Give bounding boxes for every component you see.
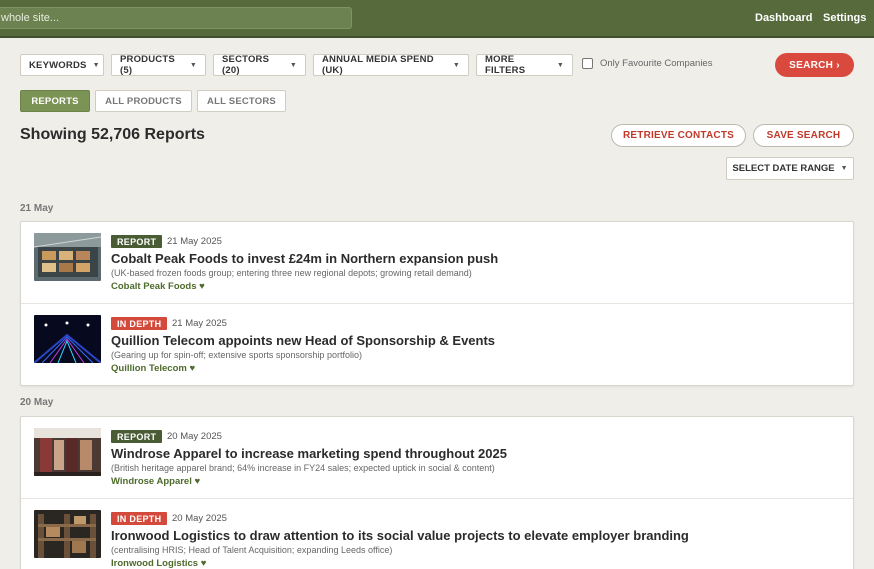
report-item[interactable]: IN DEPTH 20 May 2025 Ironwood Logistics … xyxy=(21,499,853,569)
caret-down-icon: ▼ xyxy=(840,165,848,172)
report-badge: REPORT xyxy=(111,430,163,443)
results-heading: Showing 52,706 Reports xyxy=(20,126,205,143)
report-item[interactable]: REPORT 20 May 2025 Windrose Apparel to i… xyxy=(21,417,853,499)
report-badge: REPORT xyxy=(111,235,163,248)
settings-link[interactable]: Settings xyxy=(823,12,866,24)
caret-down-icon: ▼ xyxy=(289,61,297,69)
keywords-filter-label: KEYWORDS xyxy=(29,59,87,71)
site-search-box[interactable] xyxy=(0,7,352,29)
favourite-label: Only Favourite Companies xyxy=(600,58,713,69)
media-spend-filter-label: ANNUAL MEDIA SPEND (UK) xyxy=(322,54,434,76)
favourite-checkbox[interactable] xyxy=(582,58,593,69)
report-date: 20 May 2025 xyxy=(172,513,227,524)
report-thumbnail[interactable] xyxy=(34,315,101,363)
company-link[interactable]: Ironwood Logistics ♥ xyxy=(111,558,206,569)
report-thumbnail[interactable] xyxy=(34,510,101,558)
tab-all-products[interactable]: ALL PRODUCTS xyxy=(95,90,192,112)
retrieve-contacts-button[interactable]: RETRIEVE CONTACTS xyxy=(611,124,746,147)
indepth-badge: IN DEPTH xyxy=(111,317,168,330)
top-bar: Dashboard Settings xyxy=(0,0,874,38)
report-date: 20 May 2025 xyxy=(167,431,222,442)
favourite-companies-toggle[interactable]: Only Favourite Companies xyxy=(582,58,712,69)
report-title-link[interactable]: Cobalt Peak Foods to invest £24m in Nort… xyxy=(111,251,498,266)
date-group-label: 21 May xyxy=(20,203,54,214)
media-spend-filter-button[interactable]: ANNUAL MEDIA SPEND (UK) ▼ xyxy=(313,54,469,76)
report-description: (Gearing up for spin-off; extensive spor… xyxy=(111,350,362,360)
dashboard-link[interactable]: Dashboard xyxy=(755,12,812,24)
report-item[interactable]: REPORT 21 May 2025 Cobalt Peak Foods to … xyxy=(21,222,853,304)
caret-down-icon: ▼ xyxy=(452,61,460,69)
company-link[interactable]: Windrose Apparel ♥ xyxy=(111,476,200,487)
caret-down-icon: ▼ xyxy=(189,61,197,69)
tab-all-sectors[interactable]: ALL SECTORS xyxy=(197,90,286,112)
report-description: (UK-based frozen foods group; entering t… xyxy=(111,268,472,278)
save-search-button[interactable]: SAVE SEARCH xyxy=(753,124,854,147)
site-search-input[interactable] xyxy=(0,8,351,28)
indepth-badge: IN DEPTH xyxy=(111,512,168,525)
products-filter-label: PRODUCTS (5) xyxy=(120,54,175,76)
report-title-link[interactable]: Windrose Apparel to increase marketing s… xyxy=(111,446,507,461)
date-range-label: SELECT DATE RANGE xyxy=(732,163,835,174)
report-list-card: REPORT 20 May 2025 Windrose Apparel to i… xyxy=(20,416,854,569)
more-filters-button[interactable]: MORE FILTERS ▼ xyxy=(476,54,573,76)
caret-down-icon: ▼ xyxy=(92,61,100,69)
report-date: 21 May 2025 xyxy=(172,318,227,329)
date-range-select[interactable]: SELECT DATE RANGE ▼ xyxy=(726,157,854,180)
tab-reports[interactable]: REPORTS xyxy=(20,90,90,112)
search-button[interactable]: SEARCH › xyxy=(775,53,854,77)
company-link[interactable]: Cobalt Peak Foods ♥ xyxy=(111,281,205,292)
more-filters-label: MORE FILTERS xyxy=(485,54,526,76)
report-description: (centralising HRIS; Head of Talent Acqui… xyxy=(111,545,393,555)
report-title-link[interactable]: Ironwood Logistics to draw attention to … xyxy=(111,528,689,543)
report-date: 21 May 2025 xyxy=(167,236,222,247)
report-thumbnail[interactable] xyxy=(34,233,101,281)
report-list-card: REPORT 21 May 2025 Cobalt Peak Foods to … xyxy=(20,221,854,386)
report-thumbnail[interactable] xyxy=(34,428,101,476)
report-description: (British heritage apparel brand; 64% inc… xyxy=(111,463,495,473)
report-title-link[interactable]: Quillion Telecom appoints new Head of Sp… xyxy=(111,333,495,348)
sectors-filter-label: SECTORS (20) xyxy=(222,54,270,76)
caret-down-icon: ▼ xyxy=(556,61,564,69)
company-link[interactable]: Quillion Telecom ♥ xyxy=(111,363,195,374)
date-group-label: 20 May xyxy=(20,397,54,408)
keywords-filter-button[interactable]: KEYWORDS ▼ xyxy=(20,54,104,76)
products-filter-button[interactable]: PRODUCTS (5) ▼ xyxy=(111,54,206,76)
report-item[interactable]: IN DEPTH 21 May 2025 Quillion Telecom ap… xyxy=(21,304,853,386)
sectors-filter-button[interactable]: SECTORS (20) ▼ xyxy=(213,54,306,76)
